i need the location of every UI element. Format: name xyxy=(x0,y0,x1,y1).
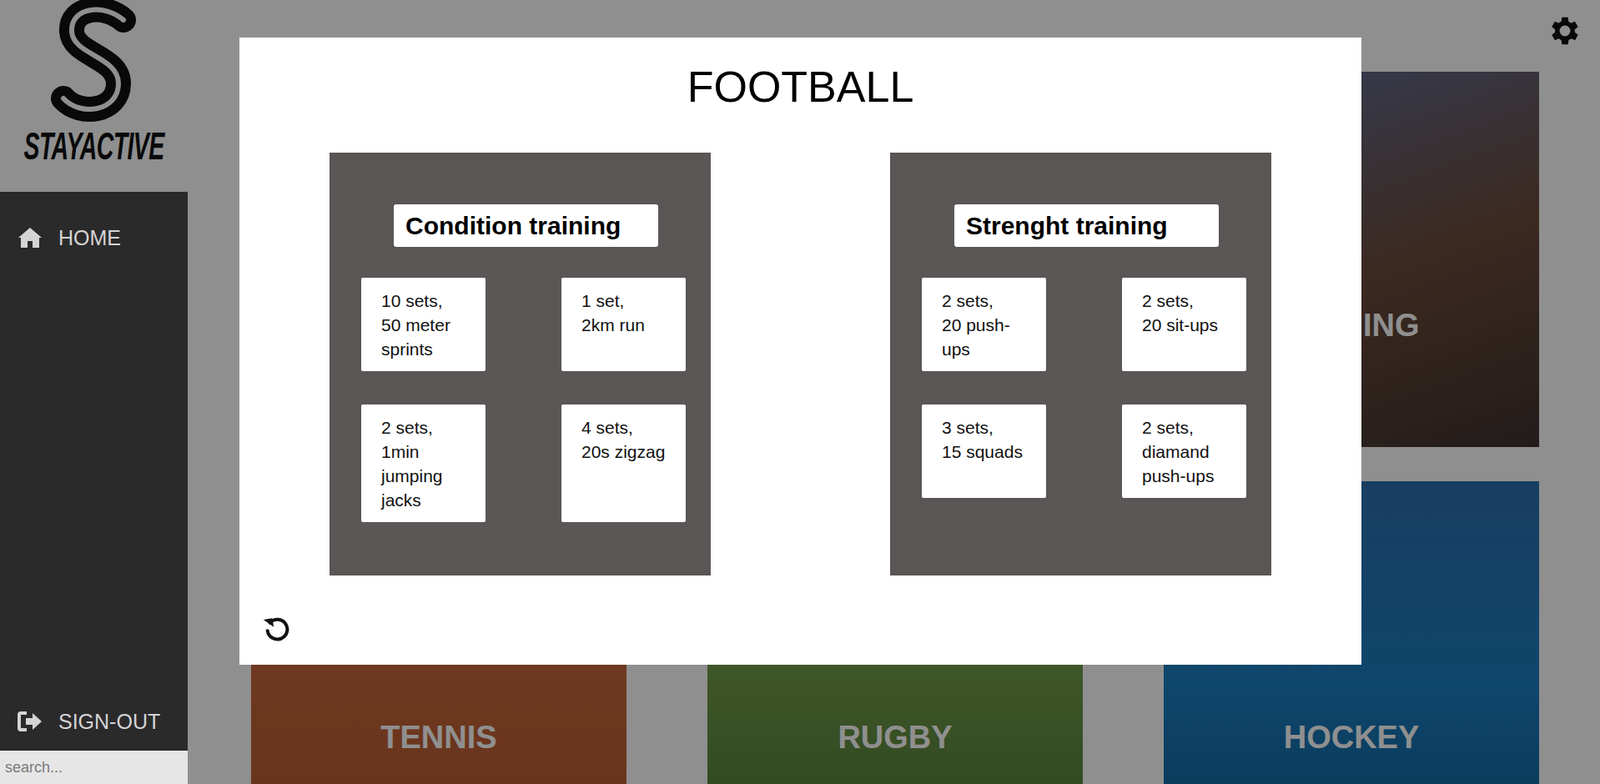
exercise-card[interactable]: 2 sets,20 push-ups xyxy=(921,277,1047,372)
exercise-task: 15 squads xyxy=(941,439,1038,464)
sign-out-label: SIGN-OUT xyxy=(58,709,161,735)
home-icon xyxy=(16,225,44,251)
exercise-task: 20 push-ups xyxy=(941,312,1038,362)
exercise-task: 20s zigzag xyxy=(581,439,678,464)
exercise-task: 2km run xyxy=(581,312,678,338)
exercise-task: 1min jumping jacks xyxy=(381,439,478,513)
exercise-sets: 3 sets, xyxy=(941,415,1038,440)
exercise-task: diamand push-ups xyxy=(1142,439,1238,489)
exercise-sets: 2 sets, xyxy=(381,415,478,440)
exercise-sets: 2 sets, xyxy=(1142,415,1238,440)
training-panel: Condition training 10 sets,50 meter sprin… xyxy=(329,152,711,576)
exercise-grid: 10 sets,50 meter sprints 1 set,2km run 2 s… xyxy=(361,277,691,523)
exercise-grid: 2 sets,20 push-ups2 sets,20 sit-ups3 set… xyxy=(921,277,1252,499)
exercise-sets: 2 sets, xyxy=(1142,288,1238,313)
exercise-card[interactable]: 3 sets,15 squads xyxy=(921,404,1047,499)
exercise-sets: 1 set, xyxy=(581,288,678,313)
sidebar-item-label: HOME xyxy=(58,225,121,251)
exercise-card[interactable]: 1 set,2km run xyxy=(561,277,686,372)
exercise-card[interactable]: 2 sets,20 sit-ups xyxy=(1122,277,1247,372)
refresh-icon[interactable] xyxy=(261,613,293,646)
training-dialog: FOOTBALL Condition training 10 sets,50 met… xyxy=(239,37,1362,665)
exercise-card[interactable]: 10 sets,50 meter sprints xyxy=(361,277,486,372)
training-panel: Strenght training2 sets,20 push-ups2 set… xyxy=(890,152,1272,576)
exercise-sets: 4 sets, xyxy=(581,415,678,440)
exercise-task: 20 sit-ups xyxy=(1142,312,1238,338)
sign-out-item[interactable]: SIGN-OUT xyxy=(0,704,188,740)
panel-title: Condition training xyxy=(393,204,659,247)
exercise-sets: 10 sets, xyxy=(381,288,478,313)
sign-out-icon xyxy=(16,709,44,735)
exercise-card[interactable]: 4 sets,20s zigzag xyxy=(561,404,686,523)
exercise-task: 50 meter sprints xyxy=(381,312,478,362)
training-panels: Condition training 10 sets,50 meter sprin… xyxy=(239,152,1362,576)
sidebar-item[interactable]: HOME xyxy=(0,220,188,256)
exercise-card[interactable]: 2 sets,diamand push-ups xyxy=(1122,404,1247,499)
exercise-sets: 2 sets, xyxy=(941,288,1038,313)
panel-title: Strenght training xyxy=(954,204,1219,247)
refresh-area xyxy=(239,613,1362,646)
dialog-title: FOOTBALL xyxy=(239,60,1362,113)
search-input[interactable] xyxy=(0,750,188,784)
sidebar-nav: HOME SIGN-OUT xyxy=(0,191,188,751)
exercise-card[interactable]: 2 sets,1min jumping jacks xyxy=(361,404,486,523)
